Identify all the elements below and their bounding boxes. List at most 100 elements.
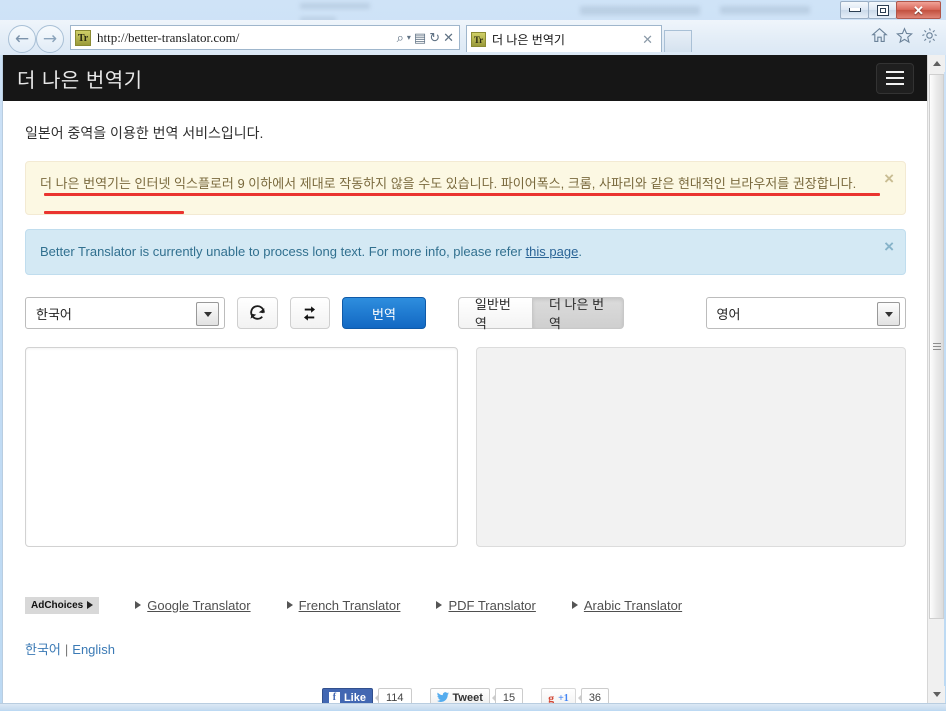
twitter-tweet-count: 15 <box>491 688 524 703</box>
tab-close-icon[interactable]: ✕ <box>638 33 657 46</box>
target-text-output[interactable] <box>476 347 906 548</box>
site-favicon-icon: Tr <box>75 29 91 46</box>
twitter-tweet-button[interactable]: Tweet <box>429 688 490 703</box>
browser-tab[interactable]: Tr 더 나은 번역기 ✕ <box>466 25 662 52</box>
address-bar[interactable]: Tr http://better-translator.com/ ⌕ ▾ ▤ ↻… <box>70 25 460 50</box>
play-triangle-icon <box>436 601 443 610</box>
tab-title: 더 나은 번역기 <box>492 32 565 47</box>
window-bottom-frame <box>0 703 946 710</box>
red-underline-annotation <box>44 193 880 196</box>
translation-mode-group: 일반번역 더 나은 번역 <box>457 297 624 331</box>
title-bar: ✕ <box>0 0 946 20</box>
home-icon[interactable] <box>871 27 888 44</box>
maximize-icon <box>876 4 889 16</box>
warning-alert-close-icon[interactable]: × <box>884 170 894 187</box>
intro-text: 일본어 중역을 이용한 번역 서비스입니다. <box>25 125 264 141</box>
info-alert-link[interactable]: this page <box>526 244 579 259</box>
close-window-button[interactable]: ✕ <box>896 1 941 19</box>
ad-link-label: Google Translator <box>147 597 251 613</box>
back-arrow-icon: ← <box>14 28 30 49</box>
page-title: 더 나은 번역기 <box>17 69 143 92</box>
ads-row: AdChoices Google Translator French Trans… <box>25 595 906 615</box>
ad-link-pdf-translator[interactable]: PDF Translator <box>436 597 536 613</box>
info-alert-close-icon[interactable]: × <box>884 238 894 255</box>
chevron-down-icon[interactable] <box>196 302 220 327</box>
stop-icon[interactable]: ✕ <box>443 31 454 44</box>
compatibility-view-icon[interactable]: ▤ <box>414 31 426 44</box>
forward-arrow-icon: → <box>42 28 58 49</box>
twitter-tweet-label: Tweet <box>452 692 483 703</box>
chevron-down-icon[interactable]: ▾ <box>407 33 411 42</box>
page-scrollbar[interactable] <box>927 55 945 703</box>
page-body: 일본어 중역을 이용한 번역 서비스입니다. 더 나은 번역기는 인터넷 익스플… <box>3 123 928 703</box>
page-viewport: 더 나은 번역기 일본어 중역을 이용한 번역 서비스입니다. 더 나은 번역기… <box>2 55 928 703</box>
facebook-like-label: Like <box>343 692 366 703</box>
translation-panels <box>25 347 906 548</box>
info-alert-text-before: Better Translator is currently unable to… <box>40 244 526 259</box>
facebook-icon: f <box>328 692 340 703</box>
adchoices-label: AdChoices <box>31 599 84 611</box>
google-plus-unit: g +1 36 <box>541 688 610 703</box>
source-language-value: 한국어 <box>36 306 72 322</box>
scrollbar-thumb[interactable] <box>929 74 944 619</box>
refresh-icon <box>250 304 265 320</box>
search-icon[interactable]: ⌕ <box>397 31 404 44</box>
google-plus-one-label: +1 <box>558 692 569 703</box>
menu-bar <box>886 77 904 79</box>
tab-strip: Tr 더 나은 번역기 ✕ <box>466 23 692 52</box>
mode-normal-button[interactable]: 일반번역 <box>457 297 533 331</box>
browser-warning-alert: 더 나은 번역기는 인터넷 익스플로러 9 이하에서 제대로 작동하지 않을 수… <box>25 161 906 215</box>
scroll-up-button[interactable] <box>928 55 945 72</box>
site-header: 더 나은 번역기 <box>3 55 928 101</box>
menu-bar <box>886 71 904 73</box>
reset-button[interactable] <box>237 297 278 330</box>
ad-link-google-translator[interactable]: Google Translator <box>135 597 251 613</box>
adchoices-badge[interactable]: AdChoices <box>25 596 100 614</box>
new-tab-button[interactable] <box>664 30 692 52</box>
address-url-text: http://better-translator.com/ <box>97 29 240 45</box>
menu-bar <box>886 83 904 85</box>
scroll-down-button[interactable] <box>928 686 945 703</box>
lang-switch-korean[interactable]: 한국어 <box>25 642 61 657</box>
facebook-like-button[interactable]: f Like <box>321 688 373 703</box>
close-icon: ✕ <box>913 2 924 18</box>
language-switcher: 한국어 | English <box>25 639 906 658</box>
translate-controls-row: 한국어 번역 일반번역 더 나은 번역 영어 <box>25 297 906 331</box>
browser-toolbar: ← → Tr http://better-translator.com/ ⌕ ▾… <box>0 20 946 55</box>
ad-link-french-translator[interactable]: French Translator <box>286 597 401 613</box>
google-plus-one-button[interactable]: g +1 <box>541 688 576 703</box>
browser-toolbar-right <box>871 27 938 44</box>
info-alert-text-after: . <box>578 244 582 259</box>
target-language-value: 영어 <box>716 306 741 322</box>
facebook-like-count: 114 <box>374 688 412 703</box>
maximize-button[interactable] <box>868 1 897 19</box>
window-controls: ✕ <box>840 1 941 19</box>
forward-button[interactable]: → <box>36 25 64 53</box>
back-button[interactable]: ← <box>8 25 36 53</box>
translate-button[interactable]: 번역 <box>341 297 426 330</box>
lang-switch-english[interactable]: English <box>72 642 115 657</box>
favorites-star-icon[interactable] <box>896 27 913 44</box>
target-language-select[interactable]: 영어 <box>705 297 906 330</box>
hamburger-menu-icon[interactable] <box>876 62 914 94</box>
chevron-down-icon[interactable] <box>877 302 900 327</box>
twitter-tweet-unit: Tweet 15 <box>429 688 524 703</box>
ad-link-label: PDF Translator <box>448 597 536 613</box>
settings-gear-icon[interactable] <box>921 27 938 44</box>
google-g-icon: g <box>548 690 555 703</box>
source-language-select[interactable]: 한국어 <box>25 297 226 330</box>
minimize-icon <box>848 8 861 12</box>
refresh-icon[interactable]: ↻ <box>429 31 440 44</box>
mode-better-button[interactable]: 더 나은 번역 <box>532 297 624 331</box>
play-triangle-icon <box>135 601 142 610</box>
swap-languages-button[interactable] <box>289 297 330 330</box>
address-bar-icons: ⌕ ▾ ▤ ↻ ✕ <box>397 31 454 44</box>
scrollbar-grip-icon <box>932 341 941 352</box>
tab-favicon-icon: Tr <box>471 31 486 47</box>
minimize-button[interactable] <box>840 1 869 19</box>
ad-link-label: French Translator <box>298 597 401 613</box>
swap-icon <box>304 306 316 321</box>
browser-window: ✕ ← → Tr http://better-translator.com/ ⌕… <box>0 0 946 710</box>
ad-link-arabic-translator[interactable]: Arabic Translator <box>571 598 682 613</box>
source-text-input[interactable] <box>25 347 459 548</box>
